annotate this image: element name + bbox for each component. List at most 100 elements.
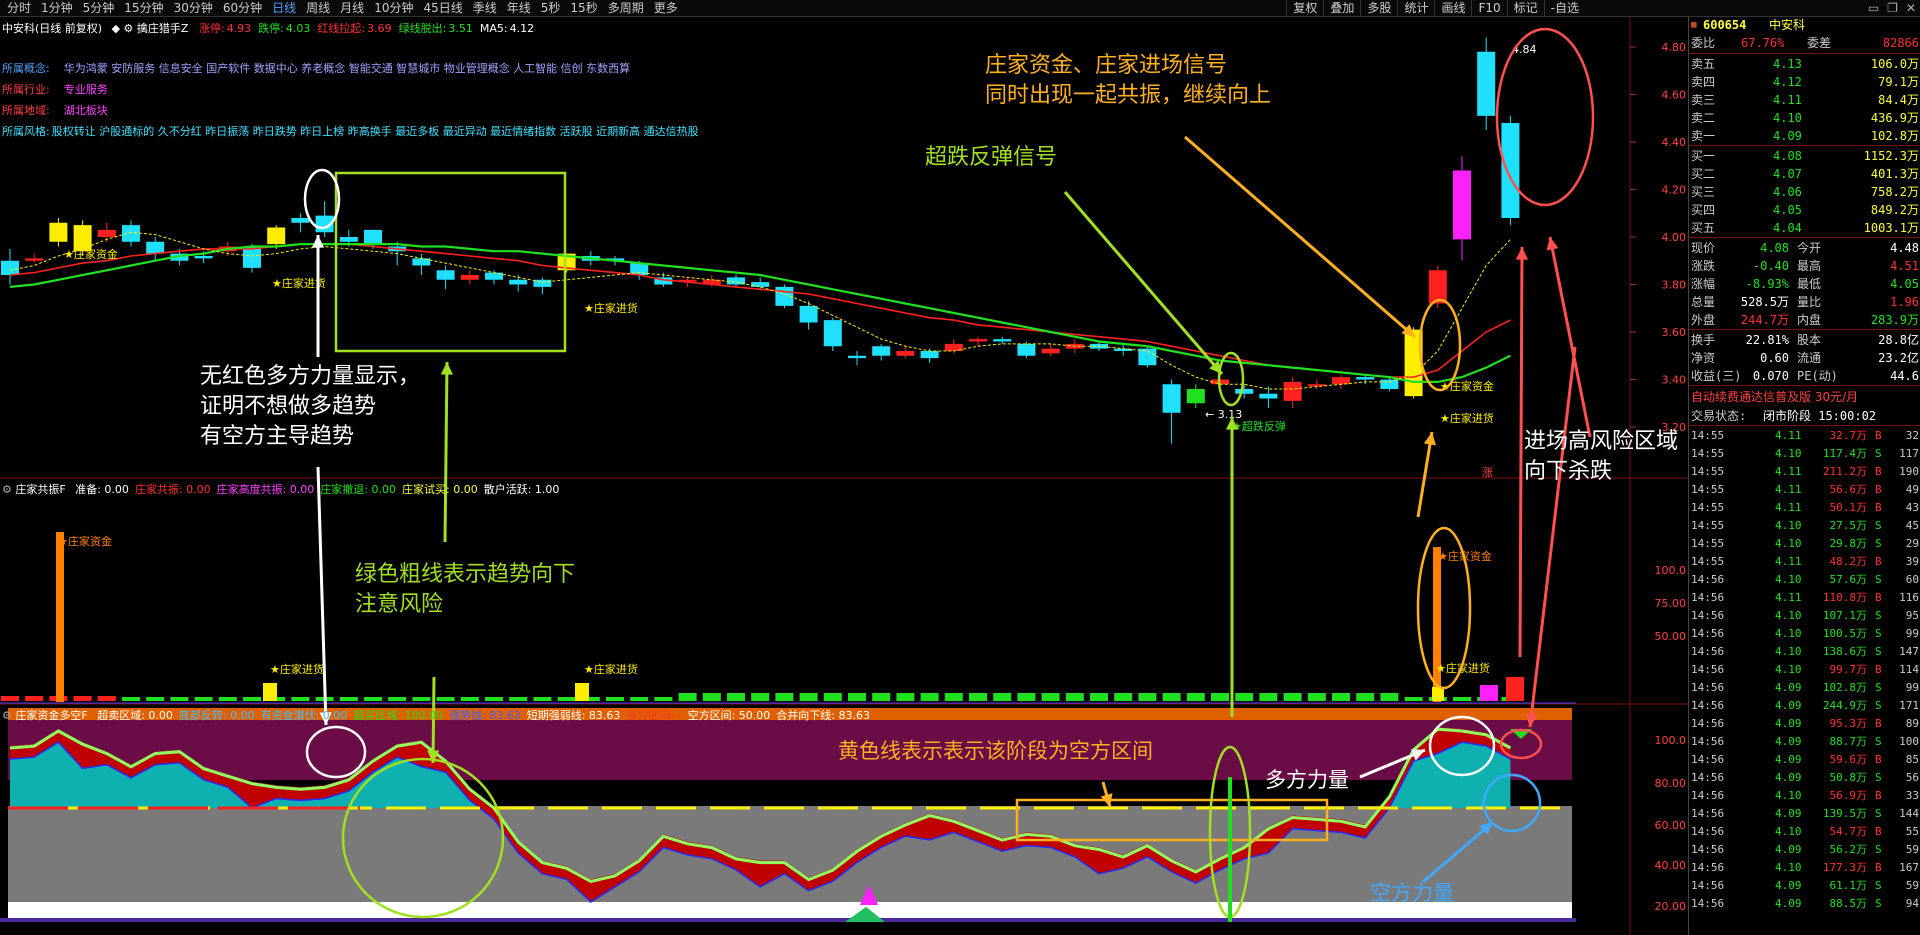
indicator-name[interactable]: ◆ ⚙ 擒庄猎手Z — [112, 22, 189, 35]
tick-count: 147 — [1899, 645, 1919, 658]
tool-button[interactable]: 统计 — [1397, 0, 1434, 16]
candle — [49, 222, 68, 242]
tick-volume: 107.1万 — [1822, 609, 1867, 622]
candle — [339, 237, 358, 242]
orderbook-row[interactable]: 卖一 4.09 102.8万 — [1689, 127, 1920, 145]
promo-link[interactable]: 自动续费通达信普及版 30元/月 — [1691, 387, 1920, 407]
indicator-value: 红线拉起: 3.69 — [317, 22, 391, 35]
stat-label: 股本 — [1797, 333, 1822, 347]
candle — [1, 260, 19, 275]
period-tab[interactable]: 15秒 — [565, 0, 602, 16]
period-tab[interactable]: 5秒 — [536, 0, 566, 16]
panel2-bar — [1065, 693, 1084, 701]
period-tab[interactable]: 年线 — [502, 0, 536, 16]
panel2-title[interactable]: 庄家共振F — [15, 483, 65, 496]
period-tab[interactable]: 5分钟 — [78, 0, 120, 16]
candle — [872, 346, 891, 356]
close-icon[interactable]: ✕ — [1906, 0, 1916, 16]
period-tab[interactable]: 周线 — [301, 0, 335, 16]
tick-volume: 138.6万 — [1822, 645, 1867, 658]
info-value[interactable]: 股权转让 沪股通标的 久不分红 昨日振荡 昨日跌势 昨日上榜 昨高换手 最近多板… — [52, 125, 699, 138]
indicator-readout: 庄家撤退: 0.00 — [320, 483, 397, 496]
period-tab[interactable]: 60分钟 — [218, 0, 267, 16]
panel2-bar — [533, 697, 552, 701]
panel2-settings-icon[interactable]: ⚙ — [2, 483, 12, 496]
period-tab[interactable]: 15分钟 — [119, 0, 168, 16]
orderbook-row[interactable]: 买五 4.04 1003.1万 — [1689, 219, 1920, 237]
orderbook-row[interactable]: 买一 4.08 1152.3万 — [1689, 147, 1920, 165]
indicator-readout: 散户活跃: 1.00 — [483, 483, 560, 496]
tick-count: 99 — [1905, 627, 1919, 640]
period-tab[interactable]: 季线 — [468, 0, 502, 16]
tick-row: 14:56 4.10 57.6万 S 60 — [1689, 571, 1920, 589]
tick-row: 14:56 4.09 88.7万 S 100 — [1689, 733, 1920, 751]
minimize-icon[interactable]: ▭ — [1868, 0, 1879, 16]
candle — [1453, 170, 1471, 240]
indicator-value-label: 涨停: — [198, 22, 225, 35]
tick-side: B — [1875, 717, 1882, 730]
tick-volume: 100.5万 — [1822, 627, 1867, 640]
annotation-line: 同时出现一起共振，继续向上 — [985, 83, 1272, 108]
stat-row: 涨跌 -0.40 最高 4.51 — [1689, 257, 1920, 275]
period-tab[interactable]: 45日线 — [418, 0, 467, 16]
tick-time: 14:56 — [1691, 645, 1725, 658]
tool-button[interactable]: F10 — [1471, 0, 1506, 16]
orderbook-row[interactable]: 卖五 4.13 106.0万 — [1689, 55, 1920, 73]
tool-button[interactable]: 标记 — [1506, 0, 1544, 16]
orderbook-row[interactable]: 卖三 4.11 84.4万 — [1689, 91, 1920, 109]
panel2-bar — [1235, 693, 1254, 701]
candle — [993, 339, 1012, 342]
period-tab[interactable]: 分时 — [2, 0, 36, 16]
period-tab[interactable]: 日线 — [267, 0, 301, 16]
panel3-title[interactable]: 庄家资金多空F — [15, 709, 87, 722]
orderbook-volume: 79.1万 — [1878, 75, 1919, 89]
indicator-readout: 多方区间: - — [626, 709, 682, 722]
orderbook-row[interactable]: 卖四 4.12 79.1万 — [1689, 73, 1920, 91]
indicator-readout: 庄家高度共振: 0.00 — [216, 483, 315, 496]
orderbook-row[interactable]: 买二 4.07 401.3万 — [1689, 165, 1920, 183]
stat-value: -8.93% — [1745, 277, 1789, 291]
tick-price: 4.10 — [1775, 645, 1802, 658]
info-value[interactable]: 专业服务 — [64, 83, 108, 96]
info-label: 所属风格: — [2, 125, 50, 138]
tick-count: 43 — [1905, 501, 1919, 514]
tick-side: S — [1875, 537, 1882, 550]
period-tab[interactable]: 1分钟 — [36, 0, 78, 16]
panel3-settings-icon[interactable]: ⚙ — [2, 709, 12, 722]
tool-button[interactable]: 画线 — [1434, 0, 1471, 16]
tool-button[interactable]: 叠加 — [1323, 0, 1360, 16]
candle — [97, 229, 116, 237]
panel2-red-bar — [1506, 677, 1524, 701]
period-tab[interactable]: 30分钟 — [169, 0, 218, 16]
period-tab[interactable]: 更多 — [649, 0, 683, 16]
restore-icon[interactable]: ❐ — [1887, 0, 1898, 16]
annotation-line: 进场高风险区域 — [1524, 429, 1679, 454]
chart-area[interactable]: 4.84 ← 3.13 ★庄家资金 ★庄家进货 ★庄家进货 ★超跌反弹 ★庄家资金 ★庄家进货… — [0, 17, 1688, 935]
period-tab[interactable]: 月线 — [335, 0, 369, 16]
period-tab[interactable]: 10分钟 — [369, 0, 418, 16]
stat-value: 4.48 — [1890, 241, 1919, 255]
candle — [1041, 348, 1060, 354]
tool-button[interactable]: 复权 — [1286, 0, 1323, 16]
info-value[interactable]: 华为鸿蒙 安防服务 信息安全 国产软件 数据中心 养老概念 智能交通 智慧城市 … — [64, 62, 630, 75]
stat-label: 总量 — [1691, 295, 1716, 309]
orderbook-row[interactable]: 卖二 4.10 436.9万 — [1689, 109, 1920, 127]
candle — [1428, 270, 1447, 304]
tick-side: S — [1875, 573, 1882, 586]
period-tab[interactable]: 多周期 — [603, 0, 649, 16]
tool-button[interactable]: -自选 — [1543, 0, 1585, 16]
info-value[interactable]: 湖北板块 — [64, 104, 108, 117]
tick-side: S — [1875, 645, 1882, 658]
panel2-axis-label: 75.00 — [1655, 597, 1687, 610]
kline-chart[interactable]: 4.84← 3.13★庄家资金★庄家进货★庄家进货★超跌反弹★庄家资金★庄家进货… — [0, 17, 1688, 935]
tool-button[interactable]: 多股 — [1360, 0, 1397, 16]
orderbook-label: 卖五 — [1691, 57, 1716, 71]
tick-count: 94 — [1905, 897, 1919, 910]
candle — [1332, 377, 1350, 385]
stat-value: 4.08 — [1760, 241, 1789, 255]
tick-price: 4.10 — [1775, 447, 1802, 460]
orderbook-row[interactable]: 买三 4.06 758.2万 — [1689, 183, 1920, 201]
tick-volume: 54.7万 — [1829, 825, 1868, 838]
orderbook-row[interactable]: 买四 4.05 849.2万 — [1689, 201, 1920, 219]
tick-side: B — [1875, 663, 1882, 676]
